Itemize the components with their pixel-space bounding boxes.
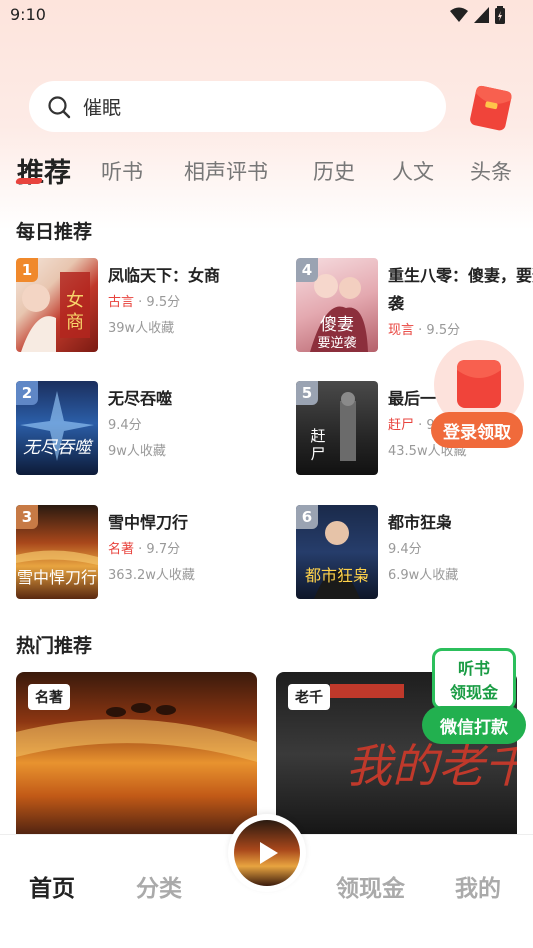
category-tabs: 推荐 听书 相声评书 历史 人文 头条	[0, 150, 533, 194]
rank-badge: 2	[16, 381, 38, 405]
book-item[interactable]: 无尽吞噬 2 无尽吞噬 9.4分 9w人收藏	[16, 381, 266, 477]
listen-earn-widget[interactable]: 听书 领现金 微信打款	[422, 648, 526, 746]
login-reward-widget[interactable]: 登录领取	[431, 340, 527, 452]
book-cover: 傻妻 要逆袭 4	[296, 258, 378, 352]
book-title: 重生八零：傻妻，要逆袭	[388, 266, 533, 313]
tab-audiobook[interactable]: 听书	[101, 156, 143, 186]
red-packet-icon	[457, 360, 501, 408]
hot-section-title: 热门推荐	[16, 635, 93, 657]
book-cover: 女商 1	[16, 258, 98, 352]
daily-section-title: 每日推荐	[16, 221, 93, 243]
rank-badge: 1	[16, 258, 38, 282]
book-favorites: 9w人收藏	[108, 444, 166, 459]
book-cover: 赶尸 5	[296, 381, 378, 475]
nav-home[interactable]: 首页	[29, 869, 75, 903]
tab-headlines[interactable]: 头条	[470, 156, 512, 186]
svg-text:商: 商	[66, 312, 84, 333]
svg-text:都市狂枭: 都市狂枭	[305, 566, 369, 585]
book-cover: 雪中悍刀行 3	[16, 505, 98, 599]
book-item[interactable]: 雪中悍刀行 3 雪中悍刀行 名著 · 9.7分 363.2w人收藏	[16, 505, 266, 601]
tab-recommend[interactable]: 推荐	[17, 151, 71, 190]
status-icons	[450, 6, 505, 24]
play-icon	[260, 842, 278, 864]
book-meta: 名著 · 9.7分	[108, 542, 181, 557]
svg-text:女: 女	[66, 290, 84, 311]
hot-card[interactable]: 名著	[16, 672, 257, 837]
now-playing-button[interactable]	[228, 814, 306, 892]
svg-text:雪中悍刀行: 雪中悍刀行	[17, 568, 97, 587]
active-tab-indicator	[14, 178, 44, 184]
wechat-payout-button[interactable]: 微信打款	[422, 706, 526, 744]
svg-text:傻妻: 傻妻	[320, 315, 354, 335]
status-time: 9:10	[10, 5, 46, 24]
book-item[interactable]: 都市狂枭 6 都市狂枭 9.4分 6.9w人收藏	[296, 505, 533, 601]
book-meta: 古言 · 9.5分	[108, 295, 181, 310]
book-meta: 现言 · 9.5分	[388, 323, 461, 338]
svg-text:我的老千: 我的老千	[346, 739, 517, 793]
now-playing-cover	[234, 820, 300, 886]
book-cover: 都市狂枭 6	[296, 505, 378, 599]
svg-text:赶: 赶	[310, 427, 325, 445]
book-title: 无尽吞噬	[108, 389, 173, 408]
battery-icon	[495, 6, 505, 24]
book-item[interactable]: 女商 1 凤临天下：女商 古言 · 9.5分 39w人收藏	[16, 258, 266, 354]
search-icon	[48, 95, 71, 118]
svg-text:无尽吞噬: 无尽吞噬	[23, 438, 94, 458]
wifi-icon	[450, 7, 468, 22]
book-favorites: 6.9w人收藏	[388, 568, 459, 583]
signal-icon	[474, 7, 489, 23]
tab-crosstalk[interactable]: 相声评书	[184, 156, 268, 186]
book-title: 雪中悍刀行	[108, 513, 189, 532]
hot-card-tag: 名著	[28, 684, 70, 710]
tab-humanities[interactable]: 人文	[392, 156, 434, 186]
rank-badge: 4	[296, 258, 318, 282]
svg-text:尸: 尸	[310, 445, 325, 463]
listen-earn-box: 听书 领现金	[432, 648, 516, 710]
login-reward-label: 登录领取	[431, 412, 523, 448]
book-favorites: 363.2w人收藏	[108, 568, 195, 583]
book-meta: 赶尸 · 9	[388, 418, 435, 433]
hot-card-tag: 老千	[288, 684, 330, 710]
book-favorites: 39w人收藏	[108, 321, 175, 336]
red-packet-icon[interactable]	[465, 82, 515, 132]
status-bar: 9:10	[0, 0, 533, 30]
rank-badge: 5	[296, 381, 318, 405]
book-title: 都市狂枭	[388, 513, 453, 532]
nav-profile[interactable]: 我的	[455, 869, 501, 903]
book-meta: 9.4分	[108, 418, 142, 433]
svg-text:要逆袭: 要逆袭	[317, 335, 356, 351]
rank-badge: 3	[16, 505, 38, 529]
book-meta: 9.4分	[388, 542, 422, 557]
book-title: 凤临天下：女商	[108, 266, 221, 285]
nav-earn-cash[interactable]: 领现金	[336, 869, 405, 903]
book-cover: 无尽吞噬 2	[16, 381, 98, 475]
search-query: 催眠	[83, 97, 122, 119]
tab-history[interactable]: 历史	[313, 156, 355, 186]
nav-categories[interactable]: 分类	[136, 869, 182, 903]
rank-badge: 6	[296, 505, 318, 529]
search-bar[interactable]: 催眠	[29, 81, 446, 132]
